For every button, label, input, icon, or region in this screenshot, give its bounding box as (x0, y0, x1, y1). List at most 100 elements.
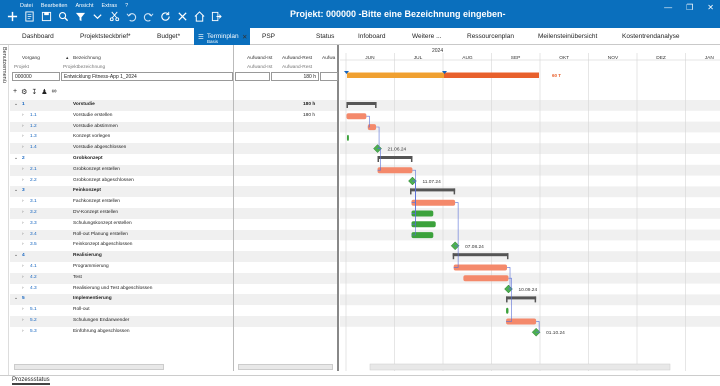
table-row[interactable]: › 3.1 Fachkonzept erstellen (10, 197, 233, 208)
close-tab-icon[interactable]: ✕ (242, 28, 247, 45)
home-icon[interactable] (193, 10, 206, 23)
table-row[interactable] (234, 316, 337, 327)
project-id-field[interactable]: 000000 (12, 72, 60, 81)
ist-field[interactable] (235, 72, 270, 81)
tab-weitere[interactable]: Weitere ... (412, 28, 442, 45)
new-document-icon[interactable] (23, 10, 36, 23)
table-row[interactable]: › 4.1 Programmierung (10, 262, 233, 273)
table-row[interactable] (234, 132, 337, 143)
search-icon[interactable] (57, 10, 70, 23)
expand-icon[interactable]: › (22, 167, 24, 172)
menu-help[interactable]: ? (125, 3, 128, 9)
table-row[interactable]: › 5.1 Roll-out (10, 305, 233, 316)
table-row[interactable]: › 3.3 Schulungskonzept erstellen (10, 219, 233, 230)
tab-budget[interactable]: Budget* (157, 28, 180, 45)
table-row[interactable]: › 5.2 Schulungen Endanwender (10, 316, 233, 327)
expand-icon[interactable]: › (22, 178, 24, 183)
collapse-icon[interactable]: ⌄ (14, 102, 18, 107)
table-row[interactable]: ⌄ 3 Feinkonzept (10, 186, 233, 198)
col-bezeichnung[interactable]: Bezeichnung (73, 56, 101, 61)
undo-icon[interactable] (125, 10, 138, 23)
expand-icon[interactable]: › (22, 275, 24, 280)
close-icon[interactable]: ✕ (707, 3, 714, 12)
table-row[interactable] (234, 284, 337, 295)
sort-icon[interactable]: ▴ (66, 56, 68, 61)
table-row[interactable]: › 5.3 Einführung abgeschlossen (10, 327, 233, 338)
refresh-icon[interactable] (159, 10, 172, 23)
table-row[interactable]: ⌄ 2 Grobkonzept (10, 154, 233, 165)
tab-projektsteckbrief[interactable]: Projektsteckbrief* (80, 28, 131, 45)
col-aufwand-ist[interactable]: Aufwand-Ist (247, 56, 272, 61)
menu-bearbeiten[interactable]: Bearbeiten (41, 3, 68, 9)
add-icon[interactable] (6, 10, 19, 23)
table-row[interactable]: ⌄ 4 Realisierung (10, 251, 233, 262)
cut-icon[interactable] (108, 10, 121, 23)
tab-ressourcenplan[interactable]: Ressourcenplan (467, 28, 514, 45)
tab-kostentrendanalyse[interactable]: Kostentrendanalyse (622, 28, 679, 45)
expand-icon[interactable]: › (22, 318, 24, 323)
table-row[interactable]: › 4.3 Realisierung und Test abgeschlossen (10, 284, 233, 295)
table-row[interactable] (234, 219, 337, 230)
pin-icon[interactable]: ↧ (31, 88, 37, 96)
settings-icon[interactable]: ⚙ (21, 88, 27, 96)
table-row[interactable] (234, 294, 337, 306)
add-row-icon[interactable]: + (13, 88, 17, 96)
tab-dashboard[interactable]: Dashboard (22, 28, 54, 45)
expand-icon[interactable]: › (22, 264, 24, 269)
sidebar-tab[interactable]: Benutzermenü (0, 45, 9, 375)
horizontal-scrollbar[interactable] (14, 364, 164, 370)
aufwand-field[interactable] (320, 72, 338, 81)
table-row[interactable] (234, 240, 337, 251)
link-icon[interactable]: ∞ (52, 88, 57, 96)
col-aufwand[interactable]: Aufwa (322, 56, 335, 61)
effort-scrollbar[interactable] (238, 364, 333, 370)
table-row[interactable] (234, 121, 337, 133)
table-row[interactable] (234, 208, 337, 219)
tab-psp[interactable]: PSP (262, 28, 275, 45)
users-icon[interactable]: ♟ (41, 88, 47, 96)
table-row[interactable] (234, 251, 337, 262)
table-row[interactable]: › 4.2 Test (10, 272, 233, 284)
expand-icon[interactable]: › (22, 134, 24, 139)
expand-icon[interactable]: › (22, 210, 24, 215)
table-row[interactable] (234, 186, 337, 198)
table-row[interactable]: 180 h (234, 100, 337, 111)
table-row[interactable]: › 3.5 Feinkonzept abgeschlossen (10, 240, 233, 251)
table-row[interactable]: ⌄ 5 Implementierung (10, 294, 233, 306)
table-row[interactable] (234, 197, 337, 208)
table-row[interactable]: 180 h (234, 111, 337, 122)
table-row[interactable]: › 1.1 Vorstudie erstellen (10, 111, 233, 122)
table-row[interactable] (234, 164, 337, 176)
table-row[interactable] (234, 143, 337, 154)
collapse-icon[interactable]: ⌄ (14, 188, 18, 193)
menu-extras[interactable]: Extras (102, 3, 118, 9)
save-icon[interactable] (40, 10, 53, 23)
filter-icon[interactable] (74, 10, 87, 23)
collapse-icon[interactable]: ⌄ (14, 156, 18, 161)
project-name-field[interactable]: Entwicklung Fitness-App 1_2024 (61, 72, 233, 81)
tab-status[interactable]: Status (316, 28, 334, 45)
expand-icon[interactable]: › (22, 145, 24, 150)
expand-icon[interactable]: › (22, 221, 24, 226)
table-row[interactable]: ⌄ 1 Vorstudie (10, 100, 233, 111)
table-row[interactable]: › 3.2 DV-Konzept erstellen (10, 208, 233, 219)
tab-prozessstatus[interactable]: Prozessstatus (12, 377, 50, 385)
collapse-icon[interactable]: ⌄ (14, 253, 18, 258)
tools-icon[interactable] (176, 10, 189, 23)
table-row[interactable] (234, 305, 337, 316)
minimize-icon[interactable]: — (664, 3, 672, 12)
gantt-canvas[interactable]: 2024 JUN JUL AUG SEP OKT NOV DEZ JAN 60 T 21.06.24… (340, 45, 720, 371)
col-vorgang[interactable]: Vorgang (22, 56, 40, 61)
table-row[interactable]: › 1.3 Konzept vorlegen (10, 132, 233, 143)
expand-icon[interactable]: › (22, 329, 24, 334)
collapse-icon[interactable]: ⌄ (14, 296, 18, 301)
expand-icon[interactable]: › (22, 242, 24, 247)
menu-datei[interactable]: Datei (20, 3, 33, 9)
expand-icon[interactable]: › (22, 307, 24, 312)
tab-meilensteinuebersicht[interactable]: Meilensteinübersicht (538, 28, 597, 45)
table-row[interactable] (234, 327, 337, 338)
rest-field[interactable]: 180 h (271, 72, 319, 81)
table-row[interactable]: › 2.2 Grobkonzept abgeschlossen (10, 176, 233, 187)
table-row[interactable]: › 2.1 Grobkonzept erstellen (10, 164, 233, 176)
col-aufwand-rest[interactable]: Aufwand-Rest (282, 56, 312, 61)
